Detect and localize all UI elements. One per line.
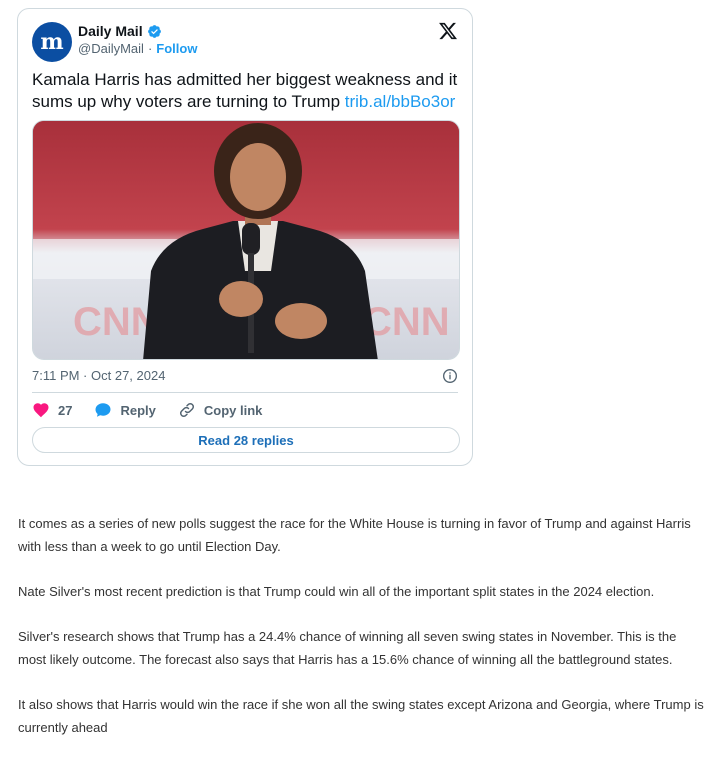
info-icon[interactable] <box>442 368 458 384</box>
article-paragraph: It also shows that Harris would win the … <box>18 697 704 735</box>
article-paragraph: It comes as a series of new polls sugges… <box>18 516 691 554</box>
copy-link-button[interactable]: Copy link <box>178 401 263 419</box>
tweet-media-photo[interactable]: CNN CNN <box>32 120 460 360</box>
heart-icon <box>33 403 49 418</box>
author-name-row: Daily Mail <box>78 23 162 39</box>
embedded-tweet-card: m Daily Mail @DailyMail · Follow Kamala … <box>17 8 473 466</box>
article-paragraph: Nate Silver's most recent prediction is … <box>18 584 655 599</box>
article-body: It comes as a series of new polls sugges… <box>18 512 706 761</box>
x-logo-icon[interactable] <box>438 21 458 41</box>
speech-bubble-icon <box>95 403 111 417</box>
tweet-actions: 27 Reply Copy link <box>32 401 284 419</box>
follow-button[interactable]: Follow <box>156 41 197 56</box>
handle-row: @DailyMail · Follow <box>78 41 197 56</box>
article-paragraph: Silver's research shows that Trump has a… <box>18 629 677 667</box>
separator-dot: · <box>147 41 153 56</box>
author-name[interactable]: Daily Mail <box>78 23 143 39</box>
like-button[interactable]: 27 <box>32 401 72 419</box>
likes-count: 27 <box>58 402 73 418</box>
reply-button[interactable]: Reply <box>94 401 156 419</box>
daily-mail-avatar[interactable]: m <box>32 22 72 62</box>
verified-badge-icon <box>147 24 161 38</box>
read-replies-button[interactable]: Read 28 replies <box>32 427 460 453</box>
tweet-timestamp[interactable]: 7:11 PM · Oct 27, 2024 <box>32 368 165 383</box>
photo-illustration: CNN CNN <box>33 121 459 359</box>
link-icon <box>179 402 194 418</box>
copy-link-label: Copy link <box>203 402 263 418</box>
tweet-link[interactable]: trib.al/bbBo3or <box>345 92 456 111</box>
tweet-text: Kamala Harris has admitted her biggest w… <box>32 69 462 113</box>
author-handle[interactable]: @DailyMail <box>78 41 144 56</box>
reply-label: Reply <box>120 402 156 418</box>
tweet-divider <box>32 392 458 393</box>
backdrop-logo-right: CNN <box>363 300 450 344</box>
